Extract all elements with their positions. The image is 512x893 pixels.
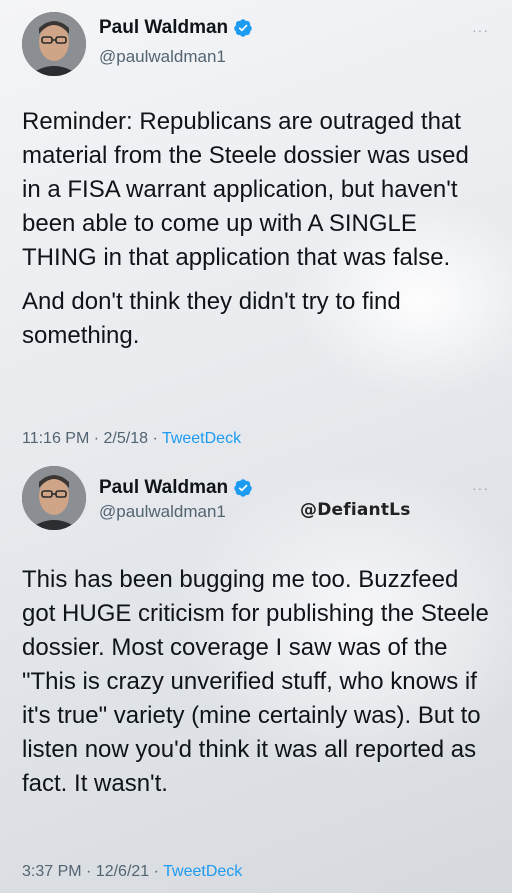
- avatar[interactable]: [22, 12, 86, 76]
- source-app-link[interactable]: TweetDeck: [163, 863, 242, 880]
- more-options-icon[interactable]: ···: [472, 480, 489, 496]
- tweet-text: This has been bugging me too. Buzzfeed g…: [22, 563, 492, 801]
- tweet-metadata: 3:37 PM · 12/6/21 · TweetDeck: [22, 863, 242, 881]
- author-handle[interactable]: @paulwaldman1: [99, 502, 226, 522]
- author-handle[interactable]: @paulwaldman1: [99, 47, 226, 67]
- more-options-icon[interactable]: ···: [472, 22, 489, 38]
- author-name-row: Paul Waldman: [99, 477, 253, 499]
- tweet-metadata: 11:16 PM · 2/5/18 · TweetDeck: [22, 430, 241, 448]
- tweet-2: Paul Waldman @paulwaldman1 @DefiantLs ··…: [0, 460, 512, 893]
- source-app-link[interactable]: TweetDeck: [162, 430, 241, 447]
- watermark: @DefiantLs: [300, 500, 411, 520]
- author-name-row: Paul Waldman: [99, 17, 253, 39]
- verified-badge-icon: [234, 19, 252, 37]
- tweet-paragraph: This has been bugging me too. Buzzfeed g…: [22, 566, 489, 797]
- tweet-paragraph: Reminder: Republicans are outraged that …: [22, 108, 469, 271]
- author-name[interactable]: Paul Waldman: [99, 477, 228, 499]
- tweet-paragraph: And don't think they didn't try to find …: [22, 288, 401, 349]
- timestamp[interactable]: 11:16 PM · 2/5/18 ·: [22, 430, 162, 447]
- avatar[interactable]: [22, 466, 86, 530]
- tweet-text: Reminder: Republicans are outraged that …: [22, 105, 492, 353]
- tweet-1: Paul Waldman @paulwaldman1 ··· Reminder:…: [0, 0, 512, 460]
- timestamp[interactable]: 3:37 PM · 12/6/21 ·: [22, 863, 163, 880]
- author-name[interactable]: Paul Waldman: [99, 17, 228, 39]
- verified-badge-icon: [234, 479, 252, 497]
